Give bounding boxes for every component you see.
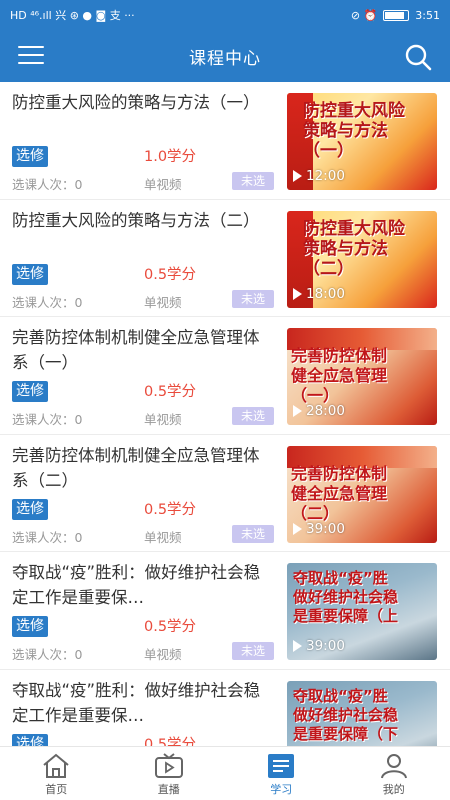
- elective-tag: 选修: [12, 498, 48, 520]
- book-icon: [266, 753, 296, 779]
- tab-person[interactable]: 我的: [338, 747, 450, 800]
- tab-label: 首页: [45, 783, 68, 796]
- elective-tag: 选修: [12, 263, 48, 285]
- course-thumbnail[interactable]: 完善防控体制 健全应急管理 （二） 39:00: [287, 445, 437, 543]
- video-duration: 39:00: [293, 521, 345, 537]
- tab-tv[interactable]: 直播: [113, 747, 226, 800]
- home-icon: [41, 753, 71, 779]
- duration-label: 28:00: [306, 403, 345, 419]
- menu-icon[interactable]: [18, 46, 44, 66]
- course-title: 完善防控体制机制健全应急管理体系（二）: [12, 445, 260, 490]
- video-duration: 12:00: [293, 168, 345, 184]
- status-right-icons: ⊘ ⏰: [350, 8, 378, 22]
- thumbnail-title: 夺取战“疫”胜 做好维护社会稳 是重要保障（上: [293, 569, 399, 625]
- bottom-tab-bar: 首页 直播 学习 我的: [0, 746, 450, 800]
- elective-tag: 选修: [12, 381, 48, 402]
- course-kind: 单视频: [144, 647, 182, 662]
- video-duration: 39:00: [293, 638, 345, 654]
- course-thumbnail[interactable]: 夺取战“疫”胜 做好维护社会稳 是重要保障（上 39:00: [287, 563, 437, 660]
- select-course-button[interactable]: 未选: [232, 642, 274, 660]
- course-thumbnail[interactable]: 夺取战“疫”胜 做好维护社会稳 是重要保障（下: [287, 680, 437, 746]
- course-kind: 单视频: [144, 177, 182, 192]
- tab-book[interactable]: 学习: [225, 747, 338, 800]
- tv-icon: [154, 753, 184, 779]
- enrolled-count: 选课人次：0: [12, 177, 83, 192]
- elective-tag: 选修: [12, 616, 48, 637]
- play-icon: [293, 287, 302, 300]
- app-bar: 课程中心: [0, 30, 450, 82]
- enrolled-count: 选课人次：0: [12, 529, 83, 545]
- play-icon: [293, 170, 302, 182]
- course-credit: 0.5学分: [144, 736, 197, 747]
- play-icon: [293, 640, 302, 652]
- course-thumbnail[interactable]: 防控重大风险 策略与方法 （二） 18:00: [287, 210, 437, 308]
- thumbnail-title: 防控重大风险 策略与方法 （一）: [303, 101, 405, 161]
- duration-label: 39:00: [306, 638, 345, 654]
- enrolled-count: 选课人次：0: [12, 647, 83, 662]
- course-item[interactable]: 夺取战“疫”胜利：做好维护社会稳定工作是重要保… 选修 0.5学分 选课人次：0…: [0, 552, 450, 670]
- tab-label: 我的: [382, 783, 405, 796]
- elective-tag: 选修: [12, 146, 48, 167]
- course-item[interactable]: 防控重大风险的策略与方法（一） 选修 1.0学分 选课人次：0 单视频 未选 防…: [0, 82, 450, 200]
- play-icon: [293, 405, 302, 417]
- search-icon[interactable]: [404, 43, 432, 71]
- course-item[interactable]: 夺取战“疫”胜利：做好维护社会稳定工作是重要保… 选修 0.5学分 选课人次：0…: [0, 670, 450, 747]
- battery-icon: [383, 9, 410, 21]
- course-kind: 单视频: [144, 412, 182, 427]
- course-thumbnail[interactable]: 完善防控体制 健全应急管理 （一） 28:00: [287, 328, 437, 425]
- course-credit: 0.5学分: [144, 384, 197, 400]
- enrolled-count: 选课人次：0: [12, 294, 83, 310]
- enrolled-count: 选课人次：0: [12, 412, 83, 427]
- status-left-icons: HD ⁴⁶.ıll 兴 ⊛ ● ◙ 支 ···: [10, 9, 135, 22]
- status-bar: HD ⁴⁶.ıll 兴 ⊛ ● ◙ 支 ··· ⊘ ⏰ 3:51: [0, 0, 450, 30]
- thumbnail-title: 夺取战“疫”胜 做好维护社会稳 是重要保障（下: [293, 686, 399, 743]
- tab-home[interactable]: 首页: [0, 747, 113, 800]
- status-time: 3:51: [415, 8, 440, 22]
- course-thumbnail[interactable]: 防控重大风险 策略与方法 （一） 12:00: [287, 93, 437, 190]
- course-kind: 单视频: [144, 294, 182, 310]
- tab-label: 直播: [157, 783, 180, 796]
- status-right: ⊘ ⏰ 3:51: [351, 9, 440, 22]
- video-duration: 18:00: [293, 286, 345, 302]
- play-icon: [293, 522, 302, 535]
- duration-label: 18:00: [306, 285, 345, 302]
- course-list[interactable]: 防控重大风险的策略与方法（一） 选修 1.0学分 选课人次：0 单视频 未选 防…: [0, 82, 450, 746]
- select-course-button[interactable]: 未选: [232, 407, 274, 425]
- person-icon: [379, 753, 409, 779]
- status-left: HD ⁴⁶.ıll 兴 ⊛ ● ◙ 支 ···: [10, 7, 135, 23]
- course-title: 夺取战“疫”胜利：做好维护社会稳定工作是重要保…: [12, 680, 261, 725]
- course-kind: 单视频: [144, 529, 182, 545]
- course-title: 防控重大风险的策略与方法（二）: [12, 210, 260, 230]
- course-credit: 0.5学分: [144, 619, 197, 635]
- select-course-button[interactable]: 未选: [232, 289, 274, 308]
- course-title: 夺取战“疫”胜利：做好维护社会稳定工作是重要保…: [12, 563, 261, 607]
- course-credit: 0.5学分: [144, 501, 197, 518]
- duration-label: 39:00: [306, 520, 345, 537]
- tab-label: 学习: [270, 783, 293, 796]
- select-course-button[interactable]: 未选: [232, 524, 274, 543]
- video-duration: 28:00: [293, 403, 345, 419]
- course-credit: 0.5学分: [144, 266, 197, 283]
- select-course-button[interactable]: 未选: [232, 172, 274, 190]
- course-item[interactable]: 完善防控体制机制健全应急管理体系（一） 选修 0.5学分 选课人次：0 单视频 …: [0, 317, 450, 435]
- page-title: 课程中心: [189, 48, 261, 69]
- duration-label: 12:00: [306, 168, 345, 184]
- course-title: 完善防控体制机制健全应急管理体系（一）: [12, 328, 260, 372]
- course-item[interactable]: 完善防控体制机制健全应急管理体系（二） 选修 0.5学分 选课人次：0 单视频 …: [0, 435, 450, 552]
- elective-tag: 选修: [12, 733, 48, 746]
- thumbnail-title: 完善防控体制 健全应急管理 （二）: [291, 463, 388, 523]
- thumbnail-title: 完善防控体制 健全应急管理 （一）: [291, 346, 388, 405]
- thumbnail-title: 防控重大风险 策略与方法 （二）: [303, 218, 405, 279]
- course-item[interactable]: 防控重大风险的策略与方法（二） 选修 0.5学分 选课人次：0 单视频 未选 防…: [0, 200, 450, 317]
- course-credit: 1.0学分: [144, 149, 197, 165]
- course-title: 防控重大风险的策略与方法（一）: [12, 93, 260, 112]
